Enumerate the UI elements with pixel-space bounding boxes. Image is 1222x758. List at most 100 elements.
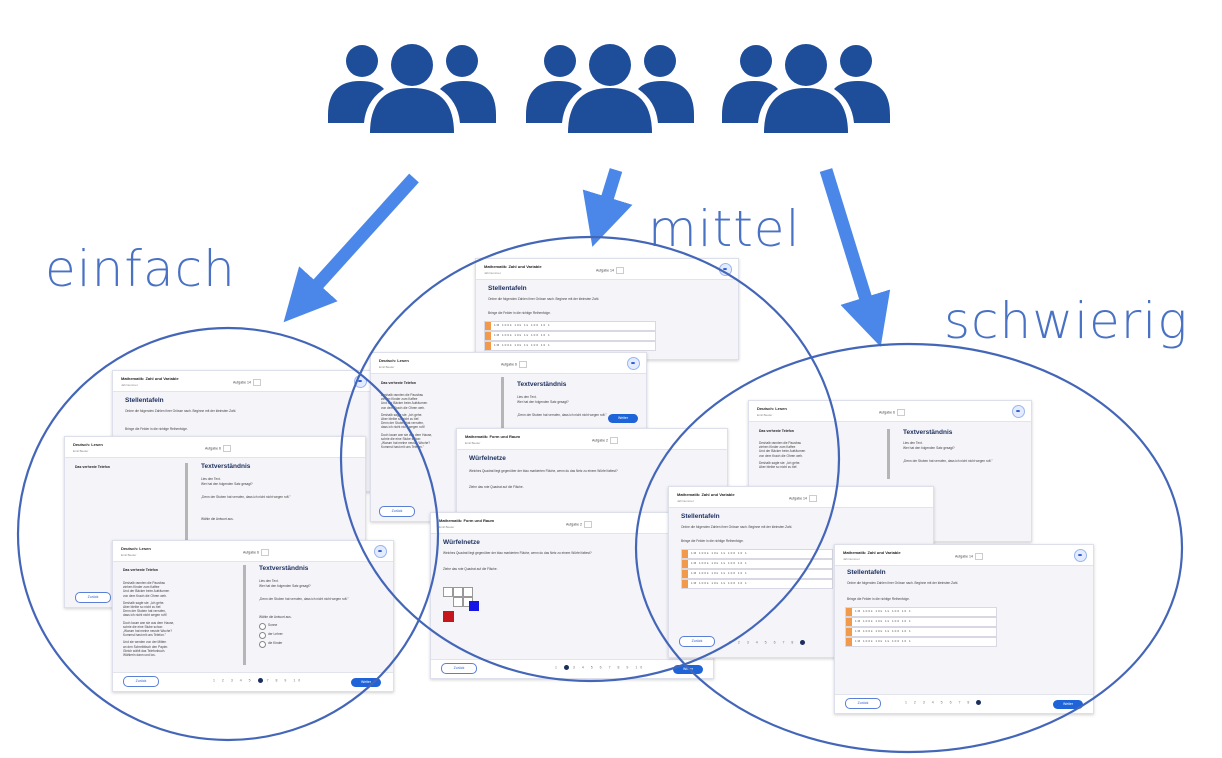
back-button[interactable]: Zurück bbox=[75, 592, 111, 603]
arrow-mittel bbox=[582, 168, 633, 247]
user-group-icon-1 bbox=[328, 44, 496, 133]
task-number: Aufgabe 14 bbox=[596, 267, 624, 274]
answer-option-radio[interactable] bbox=[259, 641, 266, 648]
sortable-row[interactable]: 1M 100k 10k 1k 100 10 1 bbox=[845, 637, 997, 647]
answer-option-radio[interactable] bbox=[259, 632, 266, 639]
sortable-row[interactable]: 1M 100k 10k 1k 100 10 1 bbox=[845, 617, 997, 627]
sortable-row[interactable]: 1M 100k 10k 1k 100 10 1 bbox=[681, 569, 833, 579]
task-number: Aufgabe 6 bbox=[205, 445, 231, 452]
story-text: Deshalb rannten die Pausfrau ziehen Kind… bbox=[123, 581, 175, 658]
card-title: Stellentafeln bbox=[681, 513, 720, 520]
card-header-subtitle: Jahrnummer bbox=[843, 557, 860, 561]
sortable-row[interactable]: 1M 100k 10k 1k 100 10 1 bbox=[845, 627, 997, 637]
task-screenshot-deutsch-einfach-front: Deutsch: Lesen Emil Beeler Aufgabe 6 Das… bbox=[112, 540, 394, 692]
eye-icon[interactable] bbox=[719, 263, 732, 276]
card-hint: Ziehe das rote Quadrat auf die Fläche. bbox=[469, 485, 524, 489]
card-header-subtitle: Jahrnummer bbox=[677, 499, 694, 503]
back-button[interactable]: Zurück bbox=[441, 663, 477, 674]
card-instruction: Welches Quadrat liegt gegenüber der blau… bbox=[469, 469, 618, 473]
next-button[interactable]: Weiter bbox=[1053, 700, 1083, 709]
card-quote: „Denn der Stuben hat verrufen, dass ich … bbox=[201, 495, 291, 499]
card-title: Stellentafeln bbox=[125, 397, 164, 404]
back-button[interactable]: Zurück bbox=[679, 636, 715, 647]
arrow-schwierig bbox=[819, 168, 891, 347]
card-title: Textverständnis bbox=[517, 381, 567, 388]
card-header-title: Deutsch: Lesen bbox=[121, 546, 151, 551]
pagination[interactable]: 1 3 4 5 6 7 8 9 10 bbox=[555, 665, 645, 670]
card-title: Würfelnetze bbox=[469, 455, 506, 462]
card-title: Stellentafeln bbox=[847, 569, 886, 576]
next-button[interactable]: Weiter bbox=[608, 414, 638, 423]
answer-option-radio[interactable] bbox=[259, 623, 266, 630]
eye-icon[interactable] bbox=[354, 375, 367, 388]
task-number: Aufgabe 6 bbox=[879, 409, 905, 416]
card-header-subtitle: Emil Beeler bbox=[121, 553, 137, 557]
card-header-title: Mathematik: Zahl und Variable bbox=[843, 550, 901, 555]
task-number: Aufgabe 6 bbox=[243, 549, 269, 556]
card-hint: Bringe die Felder in die richtige Reihen… bbox=[488, 311, 551, 315]
card-header-subtitle: Emil Beeler bbox=[465, 441, 481, 445]
card-question: Wer hat den folgenden Satz gesagt? bbox=[259, 584, 311, 588]
story-title: Das verhexte Telefon bbox=[123, 568, 158, 572]
card-title: Stellentafeln bbox=[488, 285, 527, 292]
label-schwierig: schwierig bbox=[944, 292, 1189, 350]
net-square bbox=[453, 597, 463, 607]
sortable-row[interactable]: 1M 100k 10k 1k 100 10 1 bbox=[681, 559, 833, 569]
card-hint: Bringe die Felder in die richtige Reihen… bbox=[681, 539, 744, 543]
card-instruction: Ordne die folgenden Zahlen ihrer Grösse … bbox=[125, 409, 237, 413]
card-quote: „Denn der Stuben hat verrufen, dass ich … bbox=[903, 459, 993, 463]
blue-marked-face bbox=[469, 601, 479, 611]
task-number: Aufgabe 14 bbox=[955, 553, 983, 560]
card-prompt: Lies den Text. bbox=[903, 441, 923, 445]
card-question: Wer hat den folgenden Satz gesagt? bbox=[517, 400, 569, 404]
back-button[interactable]: Zurück bbox=[845, 698, 881, 709]
net-square bbox=[453, 587, 463, 597]
card-instruction: Ordne die folgenden Zahlen ihrer Grösse … bbox=[847, 581, 959, 585]
card-header-subtitle: Emil Beeler bbox=[439, 525, 455, 529]
sortable-row[interactable]: 1M 100k 10k 1k 100 10 1 bbox=[845, 607, 997, 617]
pagination[interactable]: 1 2 3 4 5 6 7 8 bbox=[905, 700, 982, 705]
current-page-dot bbox=[976, 700, 982, 705]
card-prompt: Lies den Text. bbox=[201, 477, 221, 481]
card-prompt: Lies den Text. bbox=[517, 395, 537, 399]
card-title: Textverständnis bbox=[201, 463, 251, 470]
eye-icon[interactable] bbox=[1074, 549, 1087, 562]
card-instruction: Ordne die folgenden Zahlen ihrer Grösse … bbox=[488, 297, 600, 301]
card-hint: Ziehe das rote Quadrat auf die Fläche. bbox=[443, 567, 498, 571]
net-square bbox=[443, 587, 453, 597]
next-button[interactable]: Weiter bbox=[351, 678, 381, 687]
answer-option-label: der Lehrer bbox=[268, 632, 283, 636]
eye-icon[interactable] bbox=[1012, 405, 1025, 418]
pagination[interactable]: 1 2 3 4 5 7 8 9 10 bbox=[213, 678, 303, 683]
card-header-title: Mathematik: Zahl und Variable bbox=[484, 264, 542, 269]
card-question: Wer hat den folgenden Satz gesagt? bbox=[201, 482, 253, 486]
sortable-row[interactable]: 1M 100k 10k 1k 100 10 1 bbox=[681, 549, 833, 559]
text-divider bbox=[887, 429, 890, 479]
card-header-title: Mathematik: Zahl und Variable bbox=[121, 376, 179, 381]
label-mittel: mittel bbox=[648, 200, 801, 258]
back-button[interactable]: Zurück bbox=[379, 506, 415, 517]
pagination[interactable]: 1 2 3 4 5 6 7 8 bbox=[729, 640, 806, 645]
user-group-icon-2 bbox=[526, 44, 694, 133]
next-button[interactable]: Weiter bbox=[673, 665, 703, 674]
eye-icon[interactable] bbox=[627, 357, 640, 370]
story-title: Das verhexte Telefon bbox=[759, 429, 794, 433]
story-title: Das verhexte Telefon bbox=[381, 381, 416, 385]
eye-icon[interactable] bbox=[374, 545, 387, 558]
story-title: Das verhexte Telefon bbox=[75, 465, 110, 469]
sortable-row[interactable]: 1M 100k 10k 1k 100 10 1 bbox=[484, 341, 656, 351]
sortable-row[interactable]: 1M 100k 10k 1k 100 10 1 bbox=[484, 331, 656, 341]
task-number: Aufgabe 2 bbox=[566, 521, 592, 528]
task-number: Aufgabe 6 bbox=[501, 361, 527, 368]
card-header-title: Deutsch: Lesen bbox=[757, 406, 787, 411]
sortable-row[interactable]: 1M 100k 10k 1k 100 10 1 bbox=[484, 321, 656, 331]
sortable-row[interactable]: 1M 100k 10k 1k 100 10 1 bbox=[681, 579, 833, 589]
card-hint: Bringe die Felder in die richtige Reihen… bbox=[847, 597, 910, 601]
card-title: Textverständnis bbox=[259, 565, 309, 572]
red-draggable-square[interactable] bbox=[443, 611, 454, 622]
text-divider bbox=[243, 565, 246, 665]
card-header-title: Mathematik: Form und Raum bbox=[465, 434, 521, 439]
user-group-icon-3 bbox=[722, 44, 890, 133]
answer-option-label: Sonne bbox=[268, 623, 278, 627]
back-button[interactable]: Zurück bbox=[123, 676, 159, 687]
